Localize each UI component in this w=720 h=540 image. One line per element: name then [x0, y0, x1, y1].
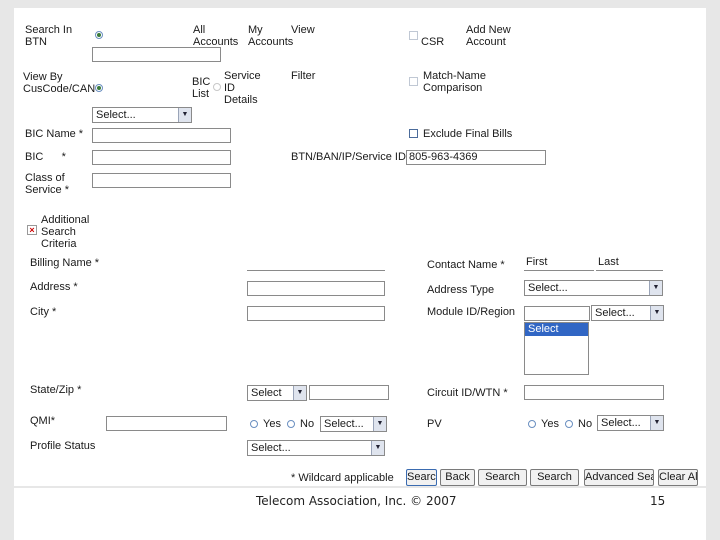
city-label: City * [30, 306, 57, 318]
pv-select-value: Select... [601, 417, 641, 429]
address-type-select[interactable]: Select... ▼ [524, 280, 663, 296]
wildcard-note: * Wildcard applicable [291, 472, 394, 484]
chevron-down-icon: ▼ [371, 441, 384, 455]
billing-name-input[interactable] [247, 256, 385, 271]
chevron-down-icon: ▼ [650, 416, 663, 430]
qmi-yes-radio[interactable] [250, 420, 258, 428]
bic-input[interactable] [92, 150, 231, 165]
window-frame-bottom [0, 486, 720, 488]
view-by-select[interactable]: Select... ▼ [92, 107, 192, 123]
profile-status-select-value: Select... [251, 442, 291, 454]
address-label: Address * [30, 281, 78, 293]
service-id-radio[interactable] [213, 83, 221, 91]
exclude-final-bills-checkbox[interactable] [409, 129, 418, 138]
exclude-final-bills-label: Exclude Final Bills [423, 128, 513, 140]
view-label: View [291, 24, 315, 36]
add-new-account-label: Add New Account [466, 24, 511, 48]
module-region-label: Module ID/Region [427, 306, 516, 318]
billing-name-label: Billing Name * [30, 257, 100, 269]
additional-criteria-title: Additional Search Criteria [41, 214, 90, 250]
chevron-down-icon: ▼ [178, 108, 191, 122]
qmi-label: QMI* [30, 415, 56, 427]
region-select-value: Select... [595, 307, 635, 319]
chevron-down-icon: ▼ [650, 306, 663, 320]
btn-ban-label: BTN/BAN/IP/Service ID * [291, 151, 414, 163]
back-button[interactable]: Back [440, 469, 475, 486]
state-zip-label: State/Zip * [30, 384, 82, 396]
footer-copyright: Telecom Association, Inc. © 2007 [256, 494, 457, 508]
view-by-label: View By CusCode/CAN [23, 71, 96, 95]
city-input[interactable] [247, 306, 385, 321]
all-accounts-label: All Accounts [193, 24, 239, 48]
profile-status-label: Profile Status [30, 440, 96, 452]
clear-all-button[interactable]: Clear All [658, 469, 698, 486]
filter-label: Filter [291, 70, 316, 82]
profile-status-select[interactable]: Select... ▼ [247, 440, 385, 456]
address-input[interactable] [247, 281, 385, 296]
address-type-select-value: Select... [528, 282, 568, 294]
bic-name-input[interactable] [92, 128, 231, 143]
csr-label: CSR [421, 36, 445, 48]
view-by-select-value: Select... [96, 109, 136, 121]
region-select[interactable]: Select... ▼ [591, 305, 664, 321]
chevron-down-icon: ▼ [293, 386, 306, 400]
qmi-select-value: Select... [324, 418, 364, 430]
broken-image-icon: × [27, 225, 37, 235]
pv-label: PV [427, 418, 442, 430]
qmi-no-radio[interactable] [287, 420, 295, 428]
service-id-details-label: Service ID Details [224, 70, 261, 106]
contact-last-input[interactable]: Last [596, 256, 663, 271]
bic-list-label: BIC List [192, 76, 211, 100]
qmi-no-label: No [300, 418, 315, 430]
class-of-service-input[interactable] [92, 173, 231, 188]
contact-first-input[interactable]: First [524, 256, 594, 271]
bic-name-label: BIC Name * [25, 128, 84, 140]
pv-no-radio[interactable] [565, 420, 573, 428]
circuit-label: Circuit ID/WTN * [427, 387, 508, 399]
pv-yes-label: Yes [541, 418, 559, 430]
view-by-radio[interactable] [95, 84, 103, 92]
advanced-search-button[interactable]: Advanced Search [584, 469, 654, 486]
zip-input[interactable] [309, 385, 389, 400]
page-number: 15 [650, 494, 666, 508]
contact-name-label: Contact Name * [427, 259, 505, 271]
module-listbox-selected-option[interactable]: Select [525, 323, 588, 336]
csr-checkbox[interactable] [409, 31, 418, 40]
pv-select[interactable]: Select... ▼ [597, 415, 664, 431]
chevron-down-icon: ▼ [649, 281, 662, 295]
circuit-input[interactable] [524, 385, 664, 400]
match-name-checkbox[interactable] [409, 77, 418, 86]
class-of-service-label: Class of Service * [25, 172, 70, 196]
module-listbox[interactable]: Select [524, 322, 589, 375]
state-select-value: Select [251, 387, 282, 399]
search-button-2[interactable]: Search [478, 469, 527, 486]
btn-ban-input[interactable]: 805-963-4369 [406, 150, 546, 165]
address-type-label: Address Type [427, 284, 495, 296]
search-in-input[interactable] [92, 47, 221, 62]
state-select[interactable]: Select ▼ [247, 385, 307, 401]
chevron-down-icon: ▼ [373, 417, 386, 431]
match-name-label: Match-Name Comparison [423, 70, 486, 94]
search-in-label: Search In BTN [25, 24, 73, 48]
qmi-yes-label: Yes [263, 418, 281, 430]
pv-yes-radio[interactable] [528, 420, 536, 428]
module-id-input[interactable] [524, 306, 590, 321]
bic-label: BIC * [25, 151, 66, 163]
pv-no-label: No [578, 418, 593, 430]
search-in-radio[interactable] [95, 31, 103, 39]
qmi-select[interactable]: Select... ▼ [320, 416, 387, 432]
search-button[interactable]: Search [406, 469, 437, 486]
qmi-input[interactable] [106, 416, 227, 431]
search-button-3[interactable]: Search [530, 469, 579, 486]
